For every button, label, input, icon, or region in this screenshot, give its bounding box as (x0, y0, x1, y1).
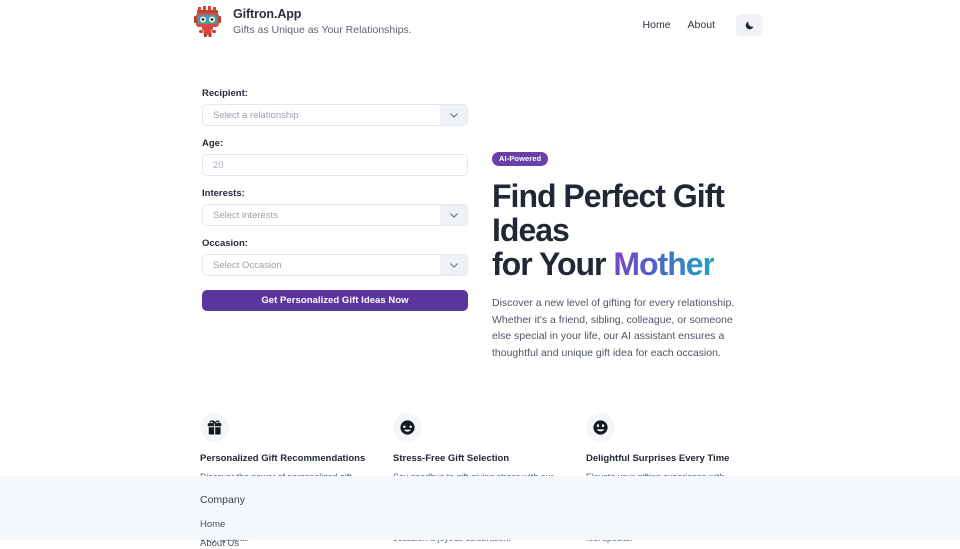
moon-icon (745, 21, 753, 30)
nav-link-home[interactable]: Home (643, 19, 671, 31)
chevron-down-icon (440, 255, 467, 275)
headline-accent-word: Mother (613, 246, 715, 282)
brand-logo-group[interactable]: Giftron.App Gifts as Unique as Your Rela… (193, 4, 412, 39)
interests-label: Interests: (202, 188, 245, 199)
recipient-select-value: Select a relationship (213, 109, 299, 121)
star-struck-face-icon (393, 413, 422, 443)
gift-box-icon (200, 413, 229, 443)
interests-select-value: Select interests (213, 209, 278, 221)
site-footer: Company Home About Us (0, 476, 960, 549)
feature-title: Stress-Free Gift Selection (393, 453, 510, 465)
site-header: Giftron.App Gifts as Unique as Your Rela… (0, 0, 960, 42)
chevron-down-icon (440, 205, 467, 225)
feature-title: Delightful Surprises Every Time (586, 453, 730, 465)
occasion-select-value: Select Occasion (213, 259, 282, 271)
age-input[interactable] (202, 154, 468, 176)
hero-description: Discover a new level of gifting for ever… (492, 297, 735, 359)
robot-mascot-icon (194, 6, 221, 37)
age-label: Age: (202, 138, 224, 149)
hero-section: Recipient: Select a relationship Age: In… (0, 42, 960, 361)
feature-title: Personalized Gift Recommendations (200, 453, 366, 465)
main-navigation: Home About (643, 4, 763, 36)
headline-line-2-prefix: for Your (492, 246, 614, 282)
chevron-down-icon (440, 105, 467, 125)
grinning-face-icon (586, 413, 615, 443)
footer-link-home[interactable]: Home (200, 519, 960, 530)
get-gift-ideas-button[interactable]: Get Personalized Gift Ideas Now (202, 290, 468, 311)
recipient-select[interactable]: Select a relationship (202, 104, 468, 126)
gift-finder-form: Recipient: Select a relationship Age: In… (202, 88, 468, 361)
footer-company-heading: Company (200, 494, 245, 506)
occasion-label: Occasion: (202, 238, 248, 249)
brand-name: Giftron.App (233, 7, 302, 21)
page-title: Find Perfect Gift Ideas for Your Mother (492, 179, 762, 281)
dark-mode-toggle-button[interactable] (736, 14, 763, 36)
interests-select[interactable]: Select interests (202, 204, 468, 226)
hero-copy: AI-Powered Find Perfect Gift Ideas for Y… (492, 88, 762, 361)
recipient-label: Recipient: (202, 88, 248, 99)
headline-line-1: Find Perfect Gift Ideas (492, 178, 725, 248)
nav-link-about[interactable]: About (688, 19, 715, 31)
ai-powered-badge: AI-Powered (492, 151, 549, 166)
occasion-select[interactable]: Select Occasion (202, 254, 468, 276)
brand-tagline: Gifts as Unique as Your Relationships. (233, 24, 412, 36)
